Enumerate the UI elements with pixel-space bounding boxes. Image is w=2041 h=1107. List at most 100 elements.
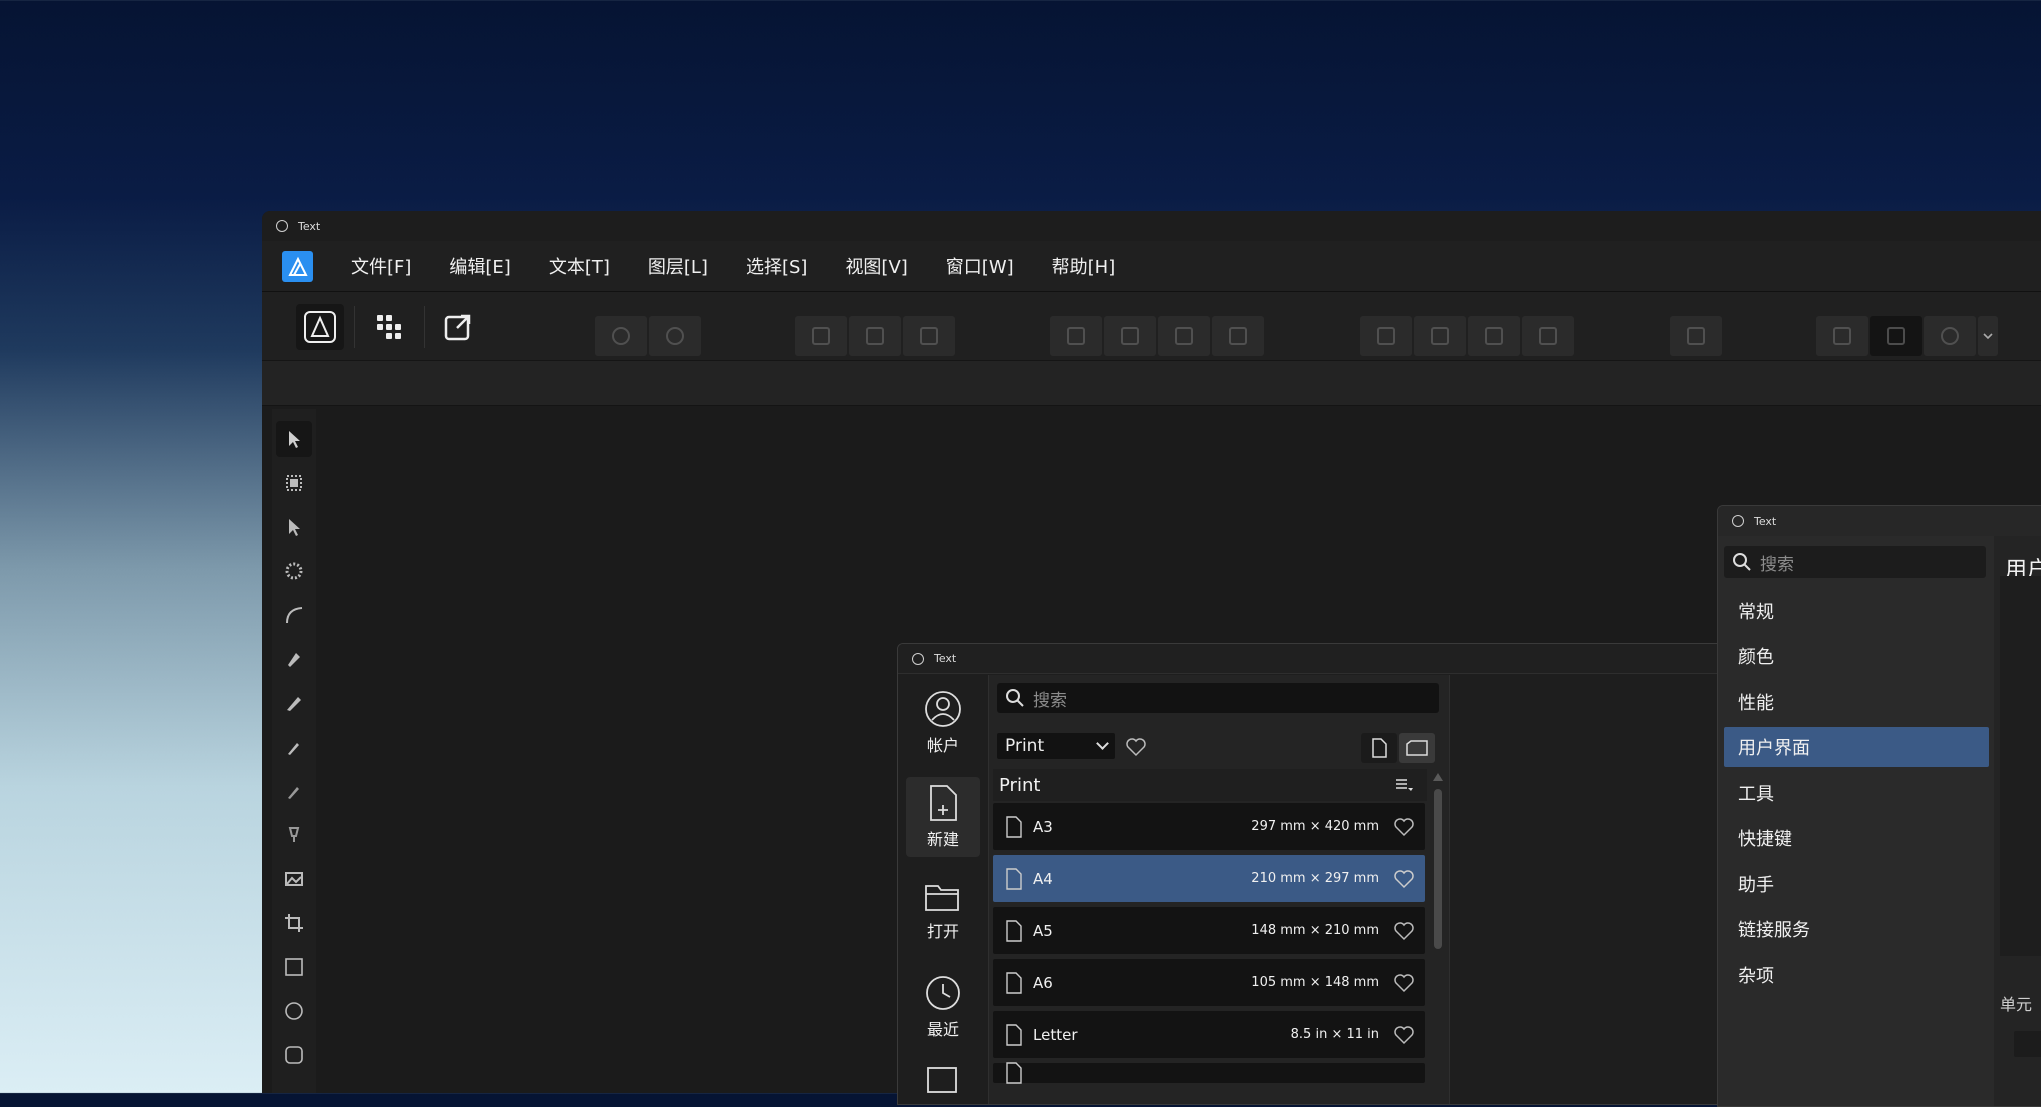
preset-row[interactable]: Letter 8.5 in × 11 in: [993, 1011, 1425, 1058]
rectangle-tool-icon[interactable]: [276, 949, 312, 985]
preset-size: 105 mm × 148 mm: [1251, 975, 1379, 990]
bring-to-front-icon[interactable]: [1050, 316, 1102, 356]
favorite-heart-icon[interactable]: [1393, 869, 1415, 889]
app-logo-icon[interactable]: [282, 251, 313, 282]
pref-section-misc[interactable]: 杂项: [1724, 955, 1989, 995]
menu-help[interactable]: 帮助[H]: [1033, 253, 1135, 279]
pref-section-user-interface[interactable]: 用户界面: [1724, 727, 1989, 767]
rotate-left-icon[interactable]: [1468, 316, 1520, 356]
pref-section-tools[interactable]: 工具: [1724, 773, 1989, 813]
window-circle-icon[interactable]: [276, 220, 288, 232]
export-persona-icon[interactable]: [434, 304, 482, 350]
pref-section-shortcuts[interactable]: 快捷键: [1724, 818, 1989, 858]
pref-section-general[interactable]: 常规: [1724, 591, 1989, 631]
favorite-heart-icon[interactable]: [1393, 1025, 1415, 1045]
preferences-unit-field[interactable]: [2014, 1031, 2041, 1057]
portrait-orientation-icon[interactable]: [1361, 733, 1397, 763]
ellipse-tool-icon[interactable]: [276, 993, 312, 1029]
preferences-title: Text: [1754, 514, 1777, 528]
menu-file[interactable]: 文件[F]: [332, 253, 430, 279]
insert-behind-icon[interactable]: [1870, 316, 1922, 356]
sidebar-item-new[interactable]: 新建: [906, 777, 980, 857]
menu-edit[interactable]: 编辑[E]: [430, 253, 529, 279]
artboard-tool-icon[interactable]: [276, 465, 312, 501]
menu-view[interactable]: 视图[V]: [826, 253, 926, 279]
preset-list-scrollbar[interactable]: [1431, 771, 1445, 1104]
send-backward-icon[interactable]: [1158, 316, 1210, 356]
preferences-dialog: Text 搜索 常规 颜色 性能 用户界面 工具 快捷键 助手 链接服务 杂项 …: [1717, 505, 2041, 1107]
sidebar-item-recent[interactable]: 最近: [906, 967, 980, 1047]
fill-tool-icon[interactable]: [276, 817, 312, 853]
landscape-orientation-icon[interactable]: [1399, 733, 1435, 763]
sidebar-item-account[interactable]: 帐户: [906, 683, 980, 763]
pixel-persona-icon[interactable]: [366, 304, 414, 350]
move-tool-icon[interactable]: [276, 421, 312, 457]
corner-tool-icon[interactable]: [276, 597, 312, 633]
preset-row[interactable]: A3 297 mm × 420 mm: [993, 803, 1425, 850]
pen-tool-icon[interactable]: [276, 641, 312, 677]
send-to-back-icon[interactable]: [1212, 316, 1264, 356]
pixel-brush-tool-icon[interactable]: [276, 773, 312, 809]
new-document-sidebar: 帐户 新建 打开 最近: [898, 675, 988, 1104]
toolbar-more-chevron-icon[interactable]: [1978, 316, 1998, 356]
preset-search-field[interactable]: 搜索: [997, 683, 1439, 713]
menu-layer[interactable]: 图层[L]: [629, 253, 727, 279]
window-title: Text: [298, 219, 321, 233]
preset-row-selected[interactable]: A4 210 mm × 297 mm: [993, 855, 1425, 902]
transform-origin-icon[interactable]: [1816, 316, 1868, 356]
flip-horizontal-icon[interactable]: [1360, 316, 1412, 356]
sidebar-item-open[interactable]: 打开: [906, 871, 980, 951]
frame-icon[interactable]: [849, 316, 901, 356]
favorite-heart-icon[interactable]: [1393, 973, 1415, 993]
designer-persona-icon[interactable]: [296, 304, 344, 350]
preset-size: 297 mm × 420 mm: [1251, 819, 1379, 834]
place-image-tool-icon[interactable]: [276, 861, 312, 897]
pref-section-linked-services[interactable]: 链接服务: [1724, 909, 1989, 949]
scroll-thumb[interactable]: [1434, 789, 1442, 949]
gear-shape-tool-icon[interactable]: [276, 553, 312, 589]
preset-list-pane: 搜索 Print Print A3 297 mm × 420 mm A4 210…: [988, 675, 1450, 1104]
preset-name: A5: [1033, 921, 1053, 940]
pref-section-assistant[interactable]: 助手: [1724, 864, 1989, 904]
page-icon: [1006, 867, 1022, 890]
window-circle-icon[interactable]: [912, 652, 924, 665]
scroll-up-arrow-icon[interactable]: [1433, 773, 1443, 781]
menu-select[interactable]: 选择[S]: [727, 253, 826, 279]
preferences-search-field[interactable]: 搜索: [1724, 546, 1986, 578]
flip-vertical-icon[interactable]: [1414, 316, 1466, 356]
preset-list-header: Print: [993, 769, 1427, 801]
preset-row-partial[interactable]: [993, 1062, 1425, 1084]
menu-items: 文件[F] 编辑[E] 文本[T] 图层[L] 选择[S] 视图[V] 窗口[W…: [332, 241, 1134, 291]
list-sort-icon[interactable]: [1395, 778, 1413, 792]
rotate-right-icon[interactable]: [1522, 316, 1574, 356]
favorite-heart-icon[interactable]: [1393, 817, 1415, 837]
snap-options-icon[interactable]: [649, 316, 701, 356]
favorite-heart-icon[interactable]: [1393, 921, 1415, 941]
preset-size: 210 mm × 297 mm: [1251, 871, 1379, 886]
pref-section-performance[interactable]: 性能: [1724, 682, 1989, 722]
frame-options-icon[interactable]: [903, 316, 955, 356]
menu-window[interactable]: 窗口[W]: [927, 253, 1033, 279]
page-icon: [1006, 1023, 1022, 1046]
pencil-tool-icon[interactable]: [276, 685, 312, 721]
menu-text[interactable]: 文本[T]: [530, 253, 629, 279]
node-tool-icon[interactable]: [276, 509, 312, 545]
favorites-filter-heart-icon[interactable]: [1125, 737, 1147, 757]
context-toolbar: [262, 361, 2041, 406]
bring-forward-icon[interactable]: [1104, 316, 1156, 356]
rounded-rectangle-tool-icon[interactable]: [276, 1037, 312, 1073]
link-icon[interactable]: [1924, 316, 1976, 356]
pref-section-color[interactable]: 颜色: [1724, 636, 1989, 676]
crop-tool-icon[interactable]: [276, 905, 312, 941]
align-icon[interactable]: [1670, 316, 1722, 356]
preset-name: A4: [1033, 869, 1053, 888]
sidebar-item-templates[interactable]: [906, 1059, 980, 1099]
category-dropdown[interactable]: Print: [997, 733, 1115, 759]
grid-icon[interactable]: [795, 316, 847, 356]
brush-tool-icon[interactable]: [276, 729, 312, 765]
preset-row[interactable]: A6 105 mm × 148 mm: [993, 959, 1425, 1006]
snapping-icon[interactable]: [595, 316, 647, 356]
new-document-icon: [930, 785, 957, 821]
window-circle-icon[interactable]: [1732, 515, 1744, 527]
preset-row[interactable]: A5 148 mm × 210 mm: [993, 907, 1425, 954]
